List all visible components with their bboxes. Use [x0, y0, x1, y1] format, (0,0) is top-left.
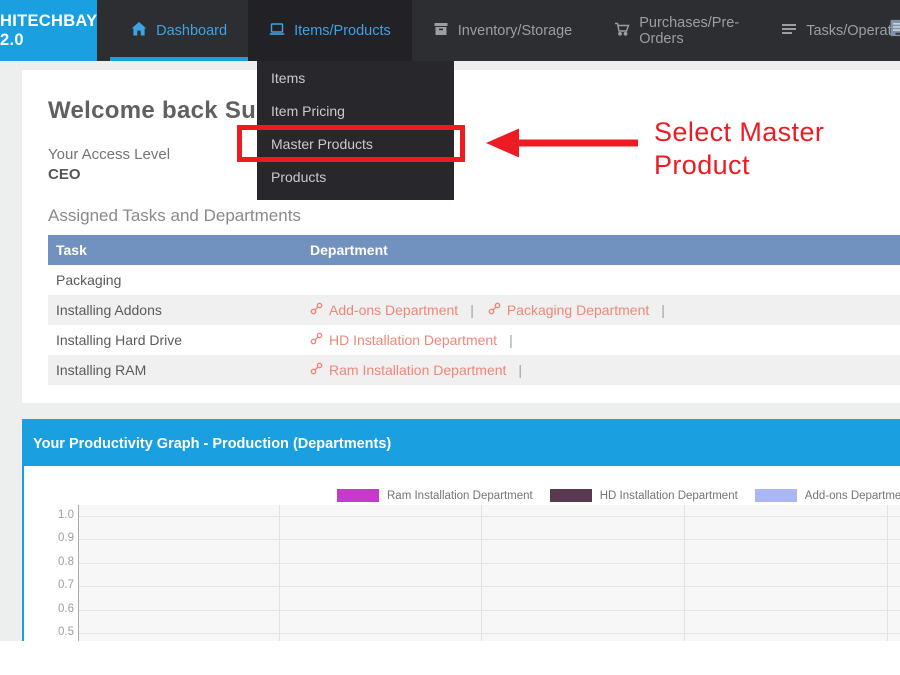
nav-item-purchases-preorders[interactable]: Purchases/Pre-Orders	[593, 0, 760, 61]
chart-plot-area	[78, 505, 900, 641]
nav-item-partial[interactable]	[888, 0, 900, 61]
nav-item-label: Tasks/Operations	[806, 22, 900, 39]
link-icon	[310, 362, 323, 378]
dropdown-item-item-pricing[interactable]: Item Pricing	[257, 94, 454, 127]
horizontal-gridline	[79, 562, 900, 564]
department-link-ram-installation-department[interactable]: Ram Installation Department	[310, 362, 506, 378]
link-separator: |	[470, 302, 474, 318]
chart-panel-title: Your Productivity Graph - Production (De…	[24, 421, 900, 466]
link-separator: |	[661, 302, 665, 318]
vertical-gridline	[279, 505, 280, 641]
vertical-gridline	[684, 505, 685, 641]
legend-swatch	[754, 489, 797, 502]
y-axis-tick-label: 0.6	[58, 602, 74, 615]
nav-item-items-products[interactable]: Items/Products	[248, 0, 412, 61]
horizontal-gridline	[79, 539, 900, 541]
tasks-icon	[781, 21, 797, 41]
legend-label: HD Installation Department	[599, 489, 738, 502]
nav-item-inventory-storage[interactable]: Inventory/Storage	[412, 0, 593, 61]
top-navbar: HITECHBAY 2.0 Dashboard Items/Products I…	[0, 0, 900, 61]
task-cell: Installing RAM	[56, 362, 147, 378]
department-link-hd-installation-department[interactable]: HD Installation Department	[310, 332, 497, 348]
department-link-packaging-department[interactable]: Packaging Department	[488, 302, 649, 318]
items-products-dropdown: Items Item Pricing Master Products Products	[257, 61, 454, 200]
horizontal-gridline	[79, 516, 900, 517]
vertical-gridline	[887, 505, 888, 641]
table-row-installing-addons: Installing Addons Add-ons Department | Pack…	[48, 295, 900, 325]
nav-item-label: Inventory/Storage	[457, 22, 573, 39]
tasks-table: Task Department Packaging Installing Addo…	[48, 235, 900, 385]
department-cell: Add-ons Department | Packaging Department |	[310, 302, 900, 318]
task-cell: Installing Hard Drive	[56, 332, 183, 348]
laptop-icon	[269, 21, 285, 41]
y-axis-tick-label: 0.5	[58, 626, 74, 638]
dropdown-item-items[interactable]: Items	[257, 61, 454, 94]
legend-label: Add-ons Department	[804, 489, 900, 502]
legend-item-ram-installation-department: Ram Installation Department	[337, 489, 533, 502]
y-axis-tick-label: 1.0	[58, 509, 74, 521]
y-axis-tick-label: 0.7	[58, 579, 74, 592]
task-cell: Installing Addons	[56, 302, 162, 318]
legend-item-add-ons-department: Add-ons Department	[754, 489, 900, 502]
tasks-table-header: Task Department	[48, 235, 900, 265]
legend-item-hd-installation-department: HD Installation Department	[549, 489, 738, 502]
department-cell: HD Installation Department |	[310, 332, 900, 348]
nav-item-label: Dashboard	[156, 22, 228, 39]
red-arrow	[486, 128, 638, 158]
link-icon	[310, 302, 323, 318]
column-header-department: Department	[310, 242, 388, 258]
legend-label: Ram Installation Department	[387, 489, 533, 502]
horizontal-gridline	[79, 609, 900, 611]
department-cell: Ram Installation Department |	[310, 362, 900, 378]
app-frame: HITECHBAY 2.0 Dashboard Items/Products I…	[0, 0, 900, 675]
cart-icon	[614, 21, 630, 41]
y-axis-tick-label: 0.8	[58, 555, 74, 568]
welcome-heading: Welcome back Sup	[48, 97, 272, 124]
legend-swatch	[549, 489, 592, 502]
brand-logo[interactable]: HITECHBAY 2.0	[0, 0, 97, 61]
annotation-text: Select Master Product	[654, 117, 825, 180]
task-cell: Packaging	[56, 272, 122, 288]
y-axis-tick-label: 0.9	[58, 532, 74, 545]
link-icon	[488, 302, 501, 318]
productivity-chart-panel: Your Productivity Graph - Production (De…	[22, 419, 900, 641]
column-header-task: Task	[56, 242, 87, 258]
dropdown-item-master-products[interactable]: Master Products	[257, 127, 454, 160]
nav-item-label: Purchases/Pre-Orders	[639, 14, 740, 47]
table-row-installing-hard-drive: Installing Hard Drive HD Installation Dep…	[48, 325, 900, 355]
access-level-value: CEO	[48, 166, 81, 183]
nav-item-dashboard[interactable]: Dashboard	[110, 0, 249, 61]
vertical-gridline	[481, 505, 482, 641]
report-icon	[888, 18, 900, 43]
chart-legend: Ram Installation Department HD Installati…	[337, 489, 900, 502]
horizontal-gridline	[79, 633, 900, 634]
horizontal-gridline	[79, 586, 900, 588]
table-row-installing-ram: Installing RAM Ram Installation Departmen…	[48, 355, 900, 385]
home-icon	[131, 21, 147, 41]
tasks-table-body: Packaging Installing Addons Add-ons Depart…	[48, 265, 900, 385]
dropdown-item-products[interactable]: Products	[257, 160, 454, 193]
link-icon	[310, 332, 323, 348]
table-row-packaging: Packaging	[48, 265, 900, 295]
nav-item-label: Items/Products	[294, 22, 391, 39]
link-separator: |	[509, 332, 513, 348]
link-separator: |	[518, 362, 523, 378]
department-link-add-ons-department[interactable]: Add-ons Department	[310, 302, 458, 318]
legend-swatch	[337, 489, 379, 502]
archive-icon	[433, 21, 449, 41]
tasks-section-heading: Assigned Tasks and Departments	[48, 206, 301, 225]
access-level-label: Your Access Level	[48, 146, 171, 163]
nav-item-tasks-operations[interactable]: Tasks/Operations	[760, 0, 900, 61]
